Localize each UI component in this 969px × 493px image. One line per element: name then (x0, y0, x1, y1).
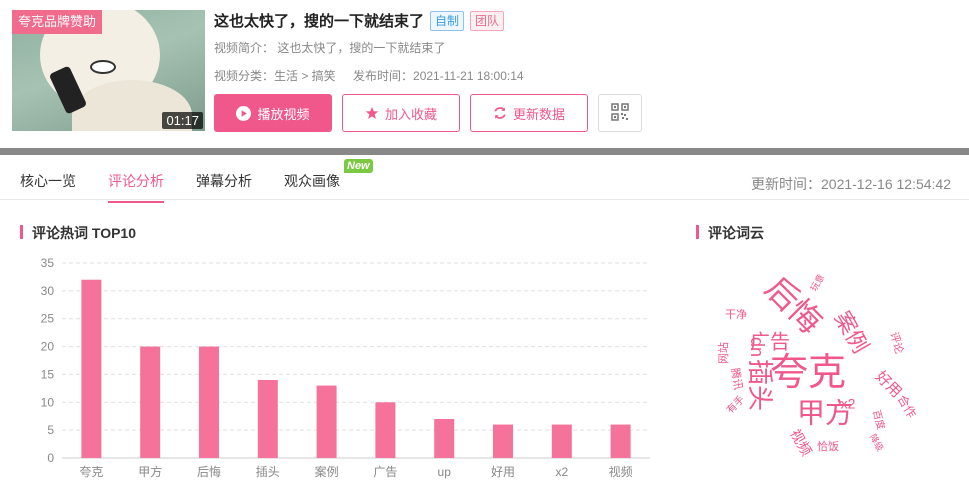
video-description: 视频简介： 这也太快了，搜的一下就结束了 (214, 41, 446, 55)
x-tick-label: 夸克 (79, 465, 103, 479)
video-duration: 01:17 (162, 112, 203, 129)
bar-视频[interactable] (610, 424, 631, 458)
y-tick-label: 0 (47, 451, 54, 465)
video-title[interactable]: 这也太快了，搜的一下就结束了 (214, 10, 424, 31)
section-divider (0, 148, 969, 155)
bar-夸克[interactable] (81, 279, 102, 458)
qr-code-icon (611, 102, 629, 124)
y-tick-label: 10 (41, 395, 55, 409)
x-tick-label: 案例 (315, 464, 339, 479)
cloud-word: 降级 (868, 432, 887, 453)
y-tick-label: 20 (41, 340, 55, 354)
cloud-word: up (745, 337, 765, 357)
refresh-icon (493, 106, 507, 120)
tag-self-made: 自制 (430, 10, 465, 31)
x-tick-label: 后悔 (197, 464, 221, 479)
cloud-word: 案例 (830, 307, 874, 358)
bar-up[interactable] (434, 419, 455, 458)
hotwords-title: 评论热词 TOP10 (20, 223, 136, 243)
bar-好用[interactable] (493, 424, 513, 458)
video-category: 视频分类：生活 > 搞笑 (214, 69, 336, 83)
cloud-word: 玩意 (808, 272, 827, 293)
cloud-word: 合作 (895, 392, 920, 420)
hotwords-bar-chart: 0 5 10 15 20 25 30 35 夸克 甲方 后悔 插头 案例 广告 up 好用 x2 视频 (41, 256, 650, 479)
title-row: 这也太快了，搜的一下就结束了 自制 团队 (214, 10, 505, 31)
video-header: 夸克品牌赞助 01:17 这也太快了，搜的一下就结束了 自制 团队 视频简介： … (0, 0, 969, 148)
bar-广告[interactable] (375, 402, 396, 458)
wordcloud-title: 评论词云 (696, 223, 764, 243)
x-tick-label: 甲方 (138, 464, 162, 479)
video-thumbnail[interactable]: 夸克品牌赞助 01:17 (12, 10, 205, 131)
cloud-word: 网站 (716, 342, 730, 364)
cloud-word: 腾讯 (728, 367, 746, 391)
tab-core-overview[interactable]: 核心一览 (20, 171, 76, 191)
bar-插头[interactable] (257, 380, 278, 458)
bar-后悔[interactable] (199, 346, 219, 458)
cloud-word: 插头 (745, 359, 775, 411)
x-tick-label: 视频 (609, 464, 633, 479)
add-favorite-label: 加入收藏 (384, 106, 437, 122)
action-buttons: 播放视频 加入收藏 更新数据 (214, 94, 652, 132)
y-tick-label: 5 (47, 423, 54, 437)
new-badge: New (344, 159, 373, 173)
bar-x2[interactable] (551, 424, 572, 458)
play-video-label: 播放视频 (257, 106, 310, 122)
bar-案例[interactable] (316, 385, 337, 458)
cloud-word: 夸克 (770, 352, 846, 394)
analysis-tabs: 核心一览 评论分析 弹幕分析 观众画像 New 更新时间：2021-12-16 … (0, 155, 969, 203)
play-icon (236, 105, 252, 121)
y-tick-label: 30 (41, 284, 55, 298)
y-tick-label: 35 (41, 256, 55, 270)
add-favorite-button[interactable]: 加入收藏 (342, 94, 460, 132)
x-tick-label: 插头 (256, 465, 280, 479)
cloud-word: 恰饭 (817, 439, 839, 453)
bar-甲方[interactable] (140, 346, 161, 458)
video-meta: 视频分类：生活 > 搞笑 发布时间：2021-11-21 18:00:14 (214, 67, 538, 84)
refresh-data-button[interactable]: 更新数据 (470, 94, 588, 132)
cloud-word: 干净 (725, 307, 747, 321)
y-tick-label: 25 (41, 312, 55, 326)
sponsor-badge: 夸克品牌赞助 (12, 10, 103, 34)
cloud-word: 有手 (724, 393, 747, 416)
tab-comment-analysis[interactable]: 评论分析 (108, 171, 164, 203)
qr-code-button[interactable] (598, 94, 642, 132)
cloud-word: 评论 (887, 330, 906, 355)
cloud-word: 视频 (787, 426, 815, 458)
x-tick-label: 好用 (491, 465, 515, 479)
y-tick-label: 15 (41, 367, 55, 381)
x-tick-label: 广告 (373, 465, 397, 479)
x-tick-label: up (438, 465, 452, 479)
tag-team: 团队 (470, 10, 505, 31)
x-tick-label: x2 (555, 465, 568, 479)
update-time: 更新时间：2021-12-16 12:54:42 (751, 176, 951, 192)
play-video-button[interactable]: 播放视频 (214, 94, 332, 132)
star-icon (365, 106, 379, 120)
cloud-word: 百度 (870, 408, 888, 431)
tab-audience-profile[interactable]: 观众画像 (284, 171, 340, 191)
comment-wordcloud: 夸克后悔甲方插头案例广告up好用x2视频合作评论网站干净恰饭腾讯有手百度降级玩意 (716, 270, 920, 459)
refresh-data-label: 更新数据 (512, 106, 565, 122)
thumbnail-eye (90, 60, 116, 74)
cloud-word: x2 (841, 396, 856, 412)
tab-danmaku-analysis[interactable]: 弹幕分析 (196, 171, 252, 191)
publish-time: 发布时间：2021-11-21 18:00:14 (353, 69, 524, 83)
